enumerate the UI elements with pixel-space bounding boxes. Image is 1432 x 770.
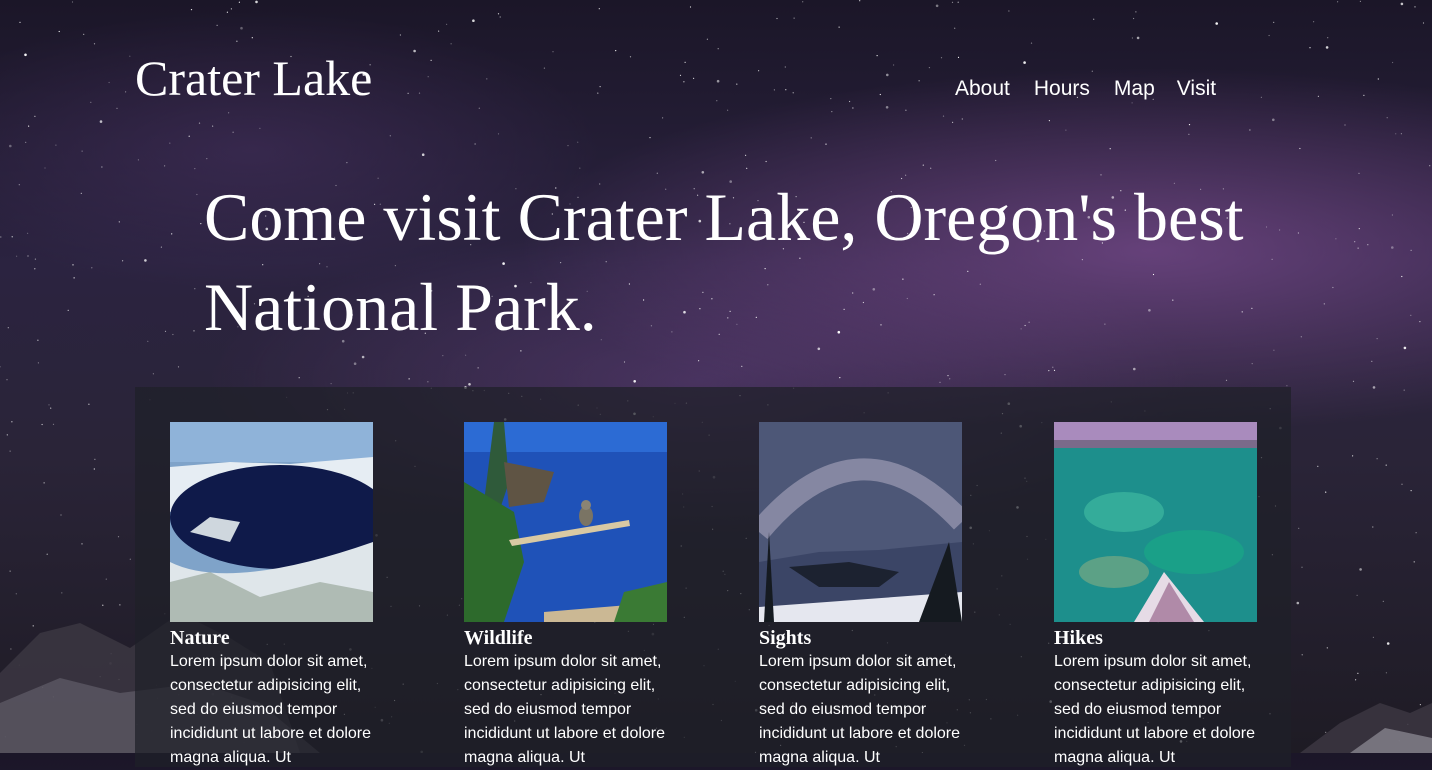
card-wildlife: Wildlife Lorem ipsum dolor sit amet, con… [464,422,667,770]
card-text: Lorem ipsum dolor sit amet, consectetur … [170,653,372,766]
card-title: Nature [170,627,230,649]
nav-link-hours[interactable]: Hours [1034,76,1090,102]
main-nav: About Hours Map Visit [955,76,1216,102]
card-nature: Nature Lorem ipsum dolor sit amet, conse… [170,422,373,770]
nav-link-about[interactable]: About [955,76,1010,102]
card-title: Hikes [1054,627,1103,649]
card-title: Sights [759,627,812,649]
hero-headline: Come visit Crater Lake, Oregon's best Na… [204,179,1244,345]
nav-link-visit[interactable]: Visit [1177,76,1216,102]
site-logo[interactable]: Crater Lake [135,48,372,108]
hikes-photo [1054,422,1257,622]
wildlife-photo [464,422,667,622]
site-header: Crater Lake About Hours Map Visit [0,0,1432,130]
card-text: Lorem ipsum dolor sit amet, consectetur … [1054,653,1256,766]
card-text: Lorem ipsum dolor sit amet, consectetur … [759,653,961,766]
sights-photo [759,422,962,622]
nav-link-map[interactable]: Map [1114,76,1155,102]
features-panel: Nature Lorem ipsum dolor sit amet, conse… [135,387,1291,767]
card-hikes: Hikes Lorem ipsum dolor sit amet, consec… [1054,422,1257,770]
card-title: Wildlife [464,627,533,649]
nature-photo [170,422,373,622]
card-text: Lorem ipsum dolor sit amet, consectetur … [464,653,666,766]
card-sights: Sights Lorem ipsum dolor sit amet, conse… [759,422,962,770]
